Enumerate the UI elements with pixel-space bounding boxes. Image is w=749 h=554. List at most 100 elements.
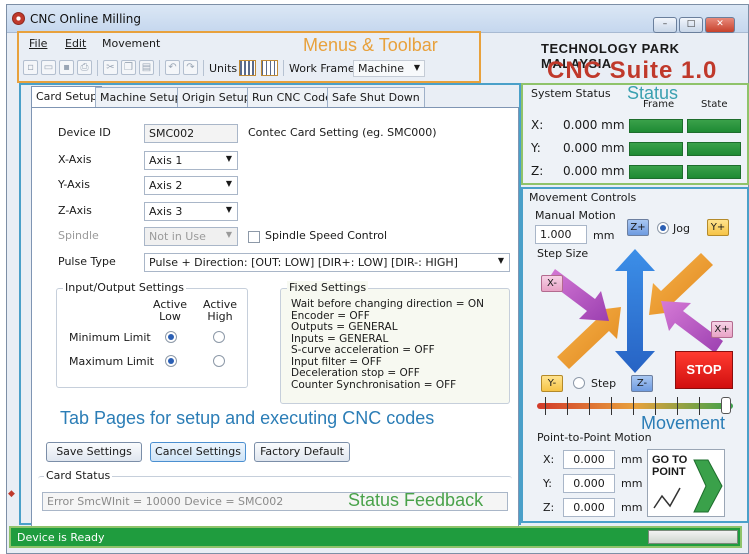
- status-x-label: X:: [531, 118, 544, 132]
- min-limit-active-low-radio[interactable]: [165, 331, 177, 343]
- z-plus-button[interactable]: Z+: [627, 219, 649, 236]
- x-axis-label: X-Axis: [58, 153, 92, 166]
- frame-header: Frame: [643, 99, 675, 110]
- y-minus-button[interactable]: Y-: [541, 375, 563, 392]
- x-plus-button[interactable]: X+: [711, 321, 733, 338]
- copy-icon[interactable]: ❐: [121, 60, 136, 75]
- active-high-header: Active High: [203, 298, 238, 323]
- tab-safe-shut-down[interactable]: Safe Shut Down: [327, 87, 425, 107]
- new-file-icon[interactable]: ▫: [23, 60, 38, 75]
- max-limit-active-high-radio[interactable]: [213, 355, 225, 367]
- menu-movement[interactable]: Movement: [102, 37, 160, 50]
- point-to-point-title: Point-to-Point Motion: [537, 431, 652, 444]
- y-axis-select[interactable]: Axis 2 ▼: [144, 176, 238, 195]
- tab-card-setup[interactable]: Card Setup: [31, 86, 103, 108]
- print-icon[interactable]: ⎙: [77, 60, 92, 75]
- device-hint: Contec Card Setting (eg. SMC000): [248, 126, 437, 139]
- fixed-setting-line: S-curve acceleration = OFF: [291, 344, 435, 356]
- jog-label: Jog: [673, 222, 690, 235]
- menu-bar: File Edit Movement: [7, 34, 517, 54]
- ptp-y-unit: mm: [621, 477, 643, 490]
- cancel-settings-button[interactable]: Cancel Settings: [150, 442, 246, 462]
- y-frame-indicator: [629, 142, 683, 156]
- status-x-value: 0.000 mm: [563, 118, 625, 132]
- ptp-z-unit: mm: [621, 501, 643, 514]
- z-state-indicator: [687, 165, 741, 179]
- menu-edit[interactable]: Edit: [65, 37, 86, 50]
- toolbar-separator: [203, 60, 204, 76]
- tab-machine-setup[interactable]: Machine Setup: [95, 87, 187, 107]
- x-axis-select[interactable]: Axis 1 ▼: [144, 151, 238, 170]
- spindle-speed-checkbox[interactable]: [248, 231, 260, 243]
- fixed-setting-line: Wait before changing direction = ON: [291, 298, 485, 310]
- menu-file[interactable]: File: [29, 37, 47, 50]
- jog-radio[interactable]: [657, 222, 669, 234]
- status-progress-bar: [648, 530, 738, 544]
- fixed-settings-title: Fixed Settings: [287, 281, 369, 294]
- fixed-settings-list: Wait before changing direction = ON Enco…: [291, 298, 485, 391]
- status-y-label: Y:: [531, 141, 541, 155]
- status-y-value: 0.000 mm: [563, 141, 625, 155]
- y-plus-button[interactable]: Y+: [707, 219, 729, 236]
- z-axis-select[interactable]: Axis 3 ▼: [144, 202, 238, 221]
- x-axis-select-value: Axis 1: [149, 154, 183, 167]
- app-icon: [12, 12, 25, 25]
- fixed-setting-line: Deceleration stop = OFF: [291, 367, 420, 379]
- y-axis-label: Y-Axis: [58, 178, 90, 191]
- state-header: State: [701, 99, 728, 110]
- save-icon[interactable]: ▪: [59, 60, 74, 75]
- status-z-label: Z:: [531, 164, 544, 178]
- toolbar-separator: [159, 60, 160, 76]
- stop-button[interactable]: STOP: [675, 351, 733, 389]
- left-edge-mark: ◆: [8, 489, 15, 499]
- ptp-x-field[interactable]: 0.000: [563, 450, 615, 469]
- chevron-down-icon: ▼: [225, 205, 232, 214]
- work-frame-select[interactable]: Machine ▼: [353, 60, 425, 77]
- pulse-type-select[interactable]: Pulse + Direction: [OUT: LOW] [DIR+: LOW…: [144, 253, 510, 272]
- slider-tick: [633, 397, 634, 415]
- save-settings-button[interactable]: Save Settings: [46, 442, 142, 462]
- paste-icon[interactable]: ▤: [139, 60, 154, 75]
- go-to-point-button[interactable]: GO TO POINT: [647, 449, 725, 517]
- pulse-type-select-value: Pulse + Direction: [OUT: LOW] [DIR+: LOW…: [149, 256, 458, 269]
- undo-icon[interactable]: ↶: [165, 60, 180, 75]
- movement-controls-panel: Movement Controls Manual Motion 1.000 mm…: [523, 189, 747, 521]
- chevron-down-icon: ▼: [413, 63, 420, 72]
- step-radio[interactable]: [573, 377, 585, 389]
- max-limit-active-low-radio[interactable]: [165, 355, 177, 367]
- brand-product: CNC Suite 1.0: [547, 57, 718, 84]
- min-limit-active-high-radio[interactable]: [213, 331, 225, 343]
- system-status-panel: System Status Status Frame State X: 0.00…: [523, 83, 747, 183]
- step-size-field[interactable]: 1.000: [535, 225, 587, 244]
- tab-origin-setup[interactable]: Origin Setup: [177, 87, 256, 107]
- ptp-z-field[interactable]: 0.000: [563, 498, 615, 517]
- chevron-down-icon: ▼: [225, 154, 232, 163]
- active-low-header: Active Low: [153, 298, 188, 323]
- device-id-field[interactable]: SMC002: [144, 124, 238, 143]
- cut-icon[interactable]: ✂: [103, 60, 118, 75]
- chevron-down-icon: ▼: [497, 256, 504, 265]
- chevron-down-icon: ▼: [225, 230, 232, 239]
- spindle-select: Not in Use ▼: [144, 227, 238, 246]
- z-minus-button[interactable]: Z-: [631, 375, 653, 392]
- fixed-settings-group: Fixed Settings Wait before changing dire…: [280, 281, 510, 404]
- slider-tick: [589, 397, 590, 415]
- slider-thumb[interactable]: [721, 397, 731, 414]
- slider-tick: [567, 397, 568, 415]
- step-size-unit: mm: [593, 229, 615, 242]
- minimize-button[interactable]: –: [653, 17, 677, 33]
- open-folder-icon[interactable]: ▭: [41, 60, 56, 75]
- maximize-button[interactable]: □: [679, 17, 703, 33]
- units-mm-icon[interactable]: [239, 60, 256, 76]
- min-limit-label: Minimum Limit: [69, 331, 151, 344]
- card-status-title: Card Status: [44, 469, 113, 482]
- ptp-y-field[interactable]: 0.000: [563, 474, 615, 493]
- work-frame-select-value: Machine: [358, 62, 405, 75]
- units-inch-icon[interactable]: [261, 60, 278, 76]
- title-bar: CNC Online Milling – □ ✕: [7, 5, 748, 33]
- close-button[interactable]: ✕: [705, 17, 735, 33]
- toolbar-separator: [283, 60, 284, 76]
- x-minus-button[interactable]: X-: [541, 275, 563, 292]
- factory-default-button[interactable]: Factory Default: [254, 442, 350, 462]
- redo-icon[interactable]: ↷: [183, 60, 198, 75]
